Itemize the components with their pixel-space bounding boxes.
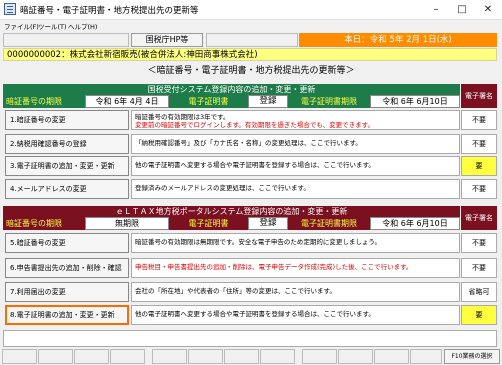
nta-hp-button[interactable]: 国税庁HP等	[131, 33, 203, 47]
section1-cert-label: 電子証明書	[169, 95, 248, 108]
section2-pin-label: 暗証番号の期限	[3, 217, 85, 230]
update-cert-button[interactable]: 3.電子証明書の追加・変更・更新	[5, 156, 129, 176]
section1-header: 国税受付システム登録内容の追加・変更・更新	[3, 84, 460, 95]
page-title: ＜暗証番号・電子証明書・地方税提出先の更新等＞	[147, 66, 355, 76]
menu-tools[interactable]: ツール(T)	[38, 21, 67, 31]
fkey-12[interactable]	[410, 349, 442, 364]
row1-desc-line1: 暗証番号の有効期限は3年です。	[135, 113, 230, 121]
fkey-7[interactable]	[224, 349, 259, 364]
section1-cert-status: 登録	[248, 95, 288, 108]
fkey-6[interactable]	[188, 349, 223, 364]
fkey-8[interactable]	[260, 349, 295, 364]
close-icon[interactable]: ✕	[476, 2, 500, 18]
f10-select-task-button[interactable]: F10業務の選択	[444, 349, 500, 364]
row8-status: 要	[461, 305, 497, 325]
fkey-10[interactable]	[338, 349, 373, 364]
section1-pin-date: 令和 6年 4月 4日	[85, 95, 169, 108]
message-area	[3, 330, 497, 347]
section2-cert-exp-label: 電子証明書期限	[288, 217, 370, 230]
fkey-1[interactable]	[2, 349, 37, 364]
change-email-button[interactable]: 4.メールアドレスの変更	[5, 179, 129, 199]
menu-bar: ファイル(F) ツール(T) ヘルプ(H)	[0, 20, 502, 32]
e-sign-header-2: 電子署名	[461, 206, 497, 230]
row1-status: 不要	[461, 110, 497, 130]
section2-cert-label: 電子証明書	[169, 217, 248, 230]
change-usage-notice-button[interactable]: 7.利用届出の変更	[5, 282, 129, 302]
e-sign-header: 電子署名	[461, 84, 497, 108]
today-date: 本日：令和 5年 2月 1日(水)	[299, 33, 497, 47]
menu-help[interactable]: ヘルプ(H)	[68, 21, 97, 31]
register-payment-id-button[interactable]: 2.納税用確認番号の登録	[5, 134, 129, 154]
minimize-icon[interactable]: –	[424, 2, 448, 18]
toolbar-blank-2	[206, 33, 298, 47]
maximize-icon[interactable]: □	[450, 2, 474, 18]
menu-file[interactable]: ファイル(F)	[4, 21, 39, 31]
section2-pin-value: 無期限	[85, 217, 169, 230]
row7-status: 省略可	[461, 282, 497, 302]
row3-status: 要	[461, 156, 497, 176]
row1-desc: 暗証番号の有効期限は3年です。 変更前の暗証番号でログインします。有効期限を過ぎ…	[131, 110, 460, 130]
title-bar: 暗証番号・電子証明書・地方税提出先の更新等 – □ ✕	[0, 0, 502, 20]
filing-destination-button[interactable]: 6.申告書提出先の追加・削除・確認	[5, 258, 129, 278]
fkey-3[interactable]	[74, 349, 109, 364]
section2-header: ｅＬＴＡＸ地方税ポータルシステム登録内容の追加・変更・更新	[3, 206, 460, 217]
fkey-2[interactable]	[38, 349, 73, 364]
fkey-11[interactable]	[374, 349, 409, 364]
app-icon	[4, 3, 16, 15]
section1-pin-label: 暗証番号の期限	[3, 95, 85, 108]
fkey-5[interactable]	[152, 349, 187, 364]
row8-desc: 他の電子証明書へ変更する場合や電子証明書を登録する場合は、ここで行います。	[131, 305, 460, 325]
section2-cert-exp-date: 令和 6年 6月10日	[370, 217, 460, 230]
fkey-4[interactable]	[110, 349, 145, 364]
row6-status: 不要	[461, 258, 497, 278]
row4-desc: 登録済みのメールアドレスの変更処理は、ここで行います。	[131, 179, 460, 199]
section2-cert-status: 登録	[248, 217, 288, 230]
company-name: 0000000002：株式会社新宿販売(被合併法人:神田商事株式会社)	[3, 48, 497, 61]
section1-cert-exp-date: 令和 6年 6月10日	[370, 95, 460, 108]
row6-desc: 申告税目・申告書提出先の追加・削除は、電子申告データ作成(完成)した後、ここで行…	[131, 258, 460, 278]
row2-status: 不要	[461, 134, 497, 154]
toolbar-blank	[3, 33, 129, 47]
eltax-update-cert-button[interactable]: 8.電子証明書の追加・変更・更新	[5, 305, 129, 325]
row7-desc: 会社の「所在地」や代表者の「住所」等の変更は、ここで行います。	[131, 282, 460, 302]
row5-status: 不要	[461, 233, 497, 253]
eltax-change-pin-button[interactable]: 5.暗証番号の変更	[5, 233, 129, 253]
change-pin-button[interactable]: 1.暗証番号の変更	[5, 110, 129, 130]
row4-status: 不要	[461, 179, 497, 199]
fkey-9[interactable]	[302, 349, 337, 364]
row5-desc: 暗証番号の有効期限は無期限です。安全な電子申告のため定期的に変更しましょう。	[131, 233, 460, 253]
row2-desc: 「納税用確認番号」及び「カナ氏名・名称」の変更処理は、ここで行います。	[131, 134, 460, 154]
window-title: 暗証番号・電子証明書・地方税提出先の更新等	[20, 6, 199, 16]
row3-desc: 他の電子証明書へ変更する場合や電子証明書を登録する場合は、ここで行います。	[131, 156, 460, 176]
row1-desc-line2: 変更前の暗証番号でログインします。有効期限を過ぎた場合でも、変更できます。	[135, 121, 375, 129]
section1-cert-exp-label: 電子証明書期限	[288, 95, 370, 108]
